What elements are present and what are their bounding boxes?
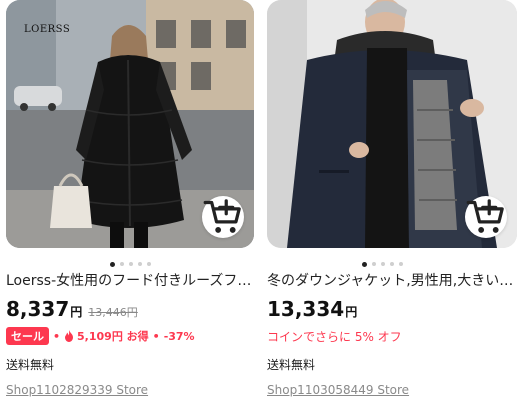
flame-icon [65,330,74,342]
add-to-cart-icon [203,199,241,233]
carousel-dot[interactable] [119,262,124,266]
product-image-2[interactable] [267,0,517,248]
separator-dot: • [53,329,61,343]
add-to-cart-icon [466,199,504,233]
store-link[interactable]: Shop1103058449 Store [267,383,409,397]
carousel-dot[interactable] [389,262,394,266]
product-title[interactable]: 冬のダウンジャケット,男性用,大きい… [267,272,517,290]
carousel-dot[interactable] [380,262,385,266]
carousel-dot[interactable] [137,262,142,266]
carousel-indicator[interactable] [6,261,254,267]
promo-row: セール • 5,109円 お得 • -37% [6,327,195,345]
sale-badge: セール [6,327,49,345]
carousel-dot[interactable] [128,262,133,266]
currency-label: 円 [70,305,83,319]
shipping-label: 送料無料 [267,358,316,372]
discount-percent: -37% [163,329,195,343]
carousel-dot-active[interactable] [109,261,115,267]
sale-price: 8,337 [6,297,70,321]
add-to-cart-button[interactable] [202,196,244,238]
price-row: 13,334 円 [267,297,357,321]
shipping-label: 送料無料 [6,358,55,372]
product-image-1[interactable]: LOERSS [6,0,254,248]
carousel-dot[interactable] [371,262,376,266]
product-card-2[interactable]: 冬のダウンジャケット,男性用,大きい… 13,334 円 コインでさらに 5% … [267,0,517,397]
product-card-1[interactable]: LOERSS Loerss-女性用のフード付きルーズフ… 8,337 円 13,… [6,0,254,397]
store-link[interactable]: Shop1102829339 Store [6,383,148,397]
carousel-dot[interactable] [146,262,151,266]
separator-dot: • [152,329,160,343]
price-row: 8,337 円 13,446円 [6,297,138,321]
add-to-cart-button[interactable] [465,196,507,238]
brand-watermark: LOERSS [24,24,71,35]
original-price: 13,446円 [88,306,138,319]
currency-label: 円 [345,305,358,319]
carousel-dot-active[interactable] [361,261,367,267]
coin-discount-label: コインでさらに 5% オフ [267,330,402,344]
carousel-dot[interactable] [398,262,403,266]
sale-price: 13,334 [267,297,345,321]
discount-amount: 5,109円 お得 [77,330,149,343]
product-title[interactable]: Loerss-女性用のフード付きルーズフ… [6,272,254,290]
carousel-indicator[interactable] [257,261,507,267]
